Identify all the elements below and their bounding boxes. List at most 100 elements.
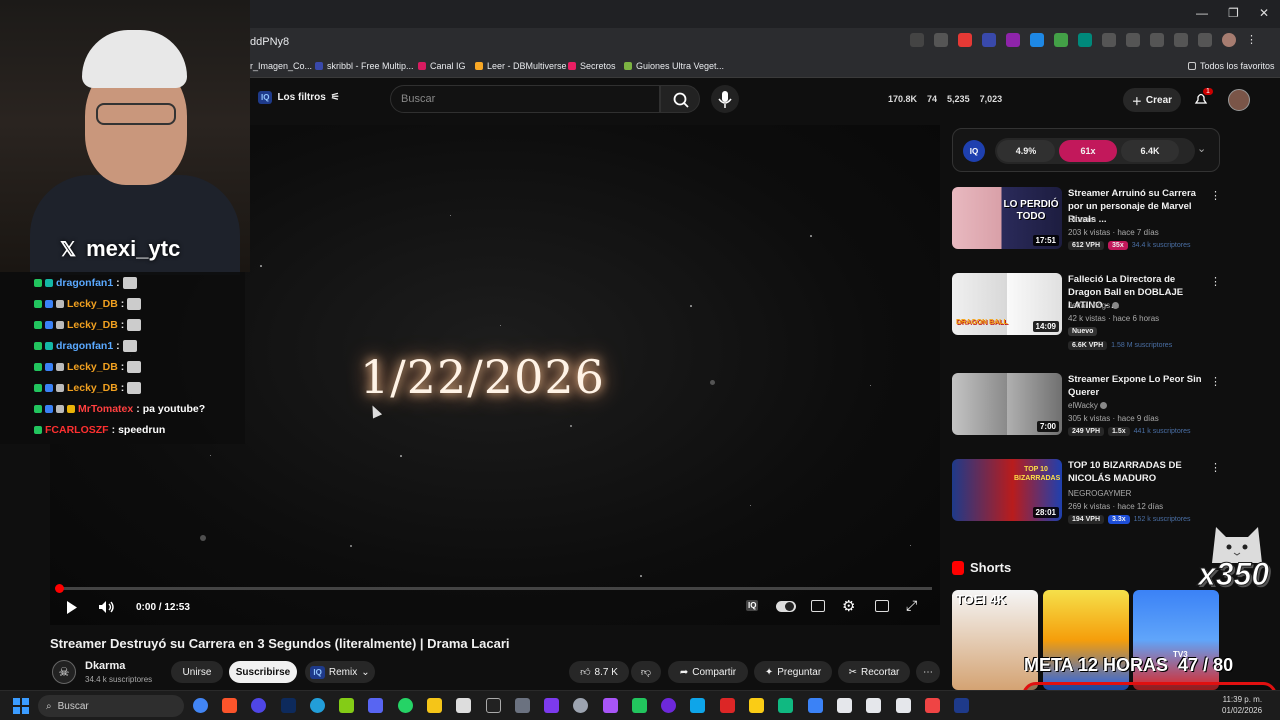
menu-icon[interactable]: [1198, 33, 1212, 47]
channel-name[interactable]: Dkarma: [85, 660, 125, 672]
bookmark-item[interactable]: Secretos: [568, 61, 616, 71]
whatsapp-icon[interactable]: [398, 698, 413, 713]
extensions-puzzle-icon[interactable]: [1102, 33, 1116, 47]
bookmark-star-icon[interactable]: [1126, 33, 1140, 47]
steam-icon[interactable]: [954, 698, 969, 713]
app-icon[interactable]: [690, 698, 705, 713]
telegram-icon[interactable]: [310, 698, 325, 713]
recommendation-item[interactable]: DRAGON BALL 14:09 Falleció La Directora …: [952, 273, 1222, 350]
taskbar-search[interactable]: ⌕ Buscar: [38, 695, 184, 717]
join-button[interactable]: Unirse: [171, 661, 223, 683]
video-thumbnail[interactable]: LO PERDIÓ TODO 17:51: [952, 187, 1062, 249]
minimize-icon[interactable]: —: [1196, 6, 1208, 20]
app-icon[interactable]: [632, 698, 647, 713]
more-actions-button[interactable]: ⋯: [916, 661, 940, 683]
kebab-menu-icon[interactable]: ⋮: [1246, 33, 1260, 47]
app-icon[interactable]: [808, 698, 823, 713]
settings-gear-icon[interactable]: ⚙: [842, 597, 855, 615]
capcut-icon[interactable]: [456, 698, 471, 713]
bookmark-item[interactable]: skribbl - Free Multip...: [315, 61, 414, 71]
iq-logo[interactable]: IQ: [963, 140, 985, 162]
channel-avatar[interactable]: ☠: [52, 660, 76, 684]
microphone-icon: [718, 91, 732, 108]
voice-search-button[interactable]: [711, 85, 739, 113]
extension-red-icon[interactable]: [958, 33, 972, 47]
document-icon[interactable]: [837, 698, 852, 713]
extension-iq-icon[interactable]: [1030, 33, 1044, 47]
extension-blue-icon[interactable]: [982, 33, 996, 47]
kebab-menu-icon[interactable]: ⋮: [1210, 189, 1221, 202]
bookmark-item[interactable]: Guiones Ultra Veget...: [624, 61, 724, 71]
app-icon[interactable]: [544, 698, 559, 713]
kebab-menu-icon[interactable]: ⋮: [1210, 461, 1221, 474]
like-button[interactable]: 👍︎ 8.7 K: [569, 661, 629, 683]
search-input[interactable]: Buscar: [390, 85, 660, 113]
dislike-button[interactable]: 👎︎: [631, 661, 661, 683]
install-icon[interactable]: [910, 33, 924, 47]
miniplayer-icon[interactable]: [875, 600, 889, 612]
clip-button[interactable]: ✂ Recortar: [838, 661, 910, 683]
autoplay-toggle[interactable]: [776, 601, 796, 612]
account-avatar[interactable]: [1228, 89, 1250, 111]
remix-button[interactable]: IQ Remix ⌄: [305, 661, 375, 683]
brave-icon[interactable]: [222, 698, 237, 713]
system-clock[interactable]: 11:39 p. m. 01/02/2026: [1222, 694, 1262, 716]
extension-teal-icon[interactable]: [1078, 33, 1092, 47]
app-icon[interactable]: [573, 698, 588, 713]
recommendation-item[interactable]: TOP 10 BIZARRADAS 28:01 TOP 10 BIZARRADA…: [952, 459, 1222, 527]
download-icon[interactable]: [1150, 33, 1164, 47]
share-button[interactable]: ➦ Compartir: [668, 661, 748, 683]
progress-scrubber[interactable]: [55, 584, 64, 593]
video-thumbnail[interactable]: 7:00: [952, 373, 1062, 435]
app-icon[interactable]: [778, 698, 793, 713]
extension-purple-icon[interactable]: [1006, 33, 1020, 47]
video-thumbnail[interactable]: DRAGON BALL 14:09: [952, 273, 1062, 335]
search-button[interactable]: [660, 85, 700, 113]
search-icon: ⌕: [46, 700, 52, 712]
url-text[interactable]: ddPNy8: [250, 36, 289, 48]
volume-icon[interactable]: [98, 600, 116, 614]
chevron-down-icon[interactable]: ⌄: [1197, 142, 1206, 155]
app-icon[interactable]: [720, 698, 735, 713]
kebab-menu-icon[interactable]: ⋮: [1210, 275, 1221, 288]
profile-avatar[interactable]: [1222, 33, 1236, 47]
video-thumbnail[interactable]: TOP 10 BIZARRADAS 28:01: [952, 459, 1062, 521]
document-icon[interactable]: [866, 698, 881, 713]
extension-green-icon[interactable]: [1054, 33, 1068, 47]
star-icon[interactable]: [934, 33, 948, 47]
create-button[interactable]: ＋ Crear: [1123, 88, 1181, 112]
document-icon[interactable]: [896, 698, 911, 713]
iq-player-icon[interactable]: IQ: [746, 600, 759, 611]
close-icon[interactable]: ✕: [1259, 6, 1269, 20]
photoshop-icon[interactable]: [281, 698, 296, 713]
app-icon[interactable]: [339, 698, 354, 713]
recommendation-item[interactable]: LO PERDIÓ TODO 17:51 Streamer Arruinó su…: [952, 187, 1222, 255]
fullscreen-icon[interactable]: ⤢: [906, 597, 917, 614]
app-icon[interactable]: [603, 698, 618, 713]
all-bookmarks-folder[interactable]: Todos los favoritos: [1188, 61, 1275, 71]
translate-icon[interactable]: [1174, 33, 1188, 47]
play-icon[interactable]: [66, 601, 78, 614]
file-explorer-icon[interactable]: [427, 698, 442, 713]
obs-icon[interactable]: [486, 698, 501, 713]
bookmark-item[interactable]: Leer - DBMultiverse: [475, 61, 567, 71]
windows-start-icon[interactable]: [13, 698, 29, 714]
chrome-icon[interactable]: [193, 698, 208, 713]
bookmark-item[interactable]: Canal IG: [418, 61, 466, 71]
ask-button[interactable]: ✦ Preguntar: [754, 661, 832, 683]
filters-button[interactable]: IQ Los filtros ⚟: [258, 91, 340, 104]
restore-icon[interactable]: ❐: [1228, 6, 1239, 20]
app-icon[interactable]: [661, 698, 676, 713]
recommendation-badges: 194 VPH 3.3x 152 k suscriptores: [1068, 515, 1190, 524]
subscribe-button[interactable]: Suscribirse: [229, 661, 297, 683]
bookmark-item[interactable]: r_Imagen_Co...: [250, 61, 312, 71]
progress-bar[interactable]: [58, 587, 932, 590]
discord-icon[interactable]: [368, 698, 383, 713]
sticky-notes-icon[interactable]: [749, 698, 764, 713]
recommendation-item[interactable]: 7:00 Streamer Expone Lo Peor Sin Querer …: [952, 373, 1222, 441]
subtitles-icon[interactable]: [811, 600, 825, 612]
app-icon[interactable]: [925, 698, 940, 713]
vivaldi-icon[interactable]: [251, 698, 266, 713]
app-icon[interactable]: [515, 698, 530, 713]
kebab-menu-icon[interactable]: ⋮: [1210, 375, 1221, 388]
